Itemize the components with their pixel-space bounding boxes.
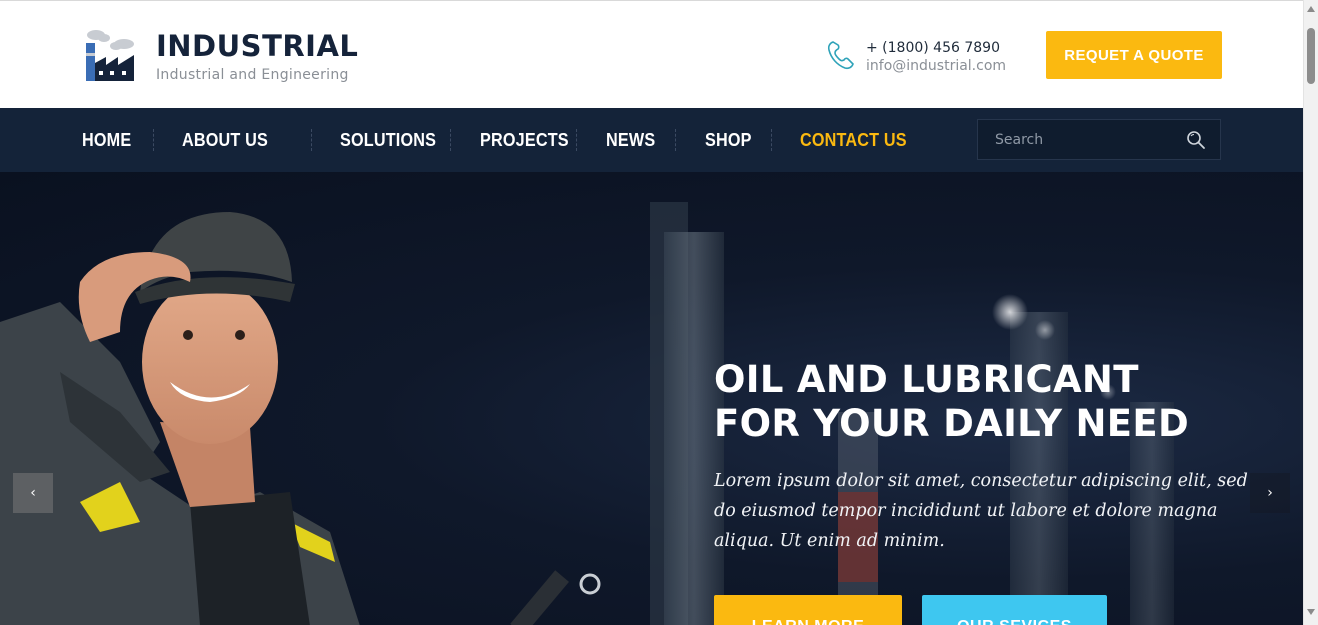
scroll-thumb[interactable]: [1307, 28, 1315, 84]
request-quote-button[interactable]: REQUET A QUOTE: [1046, 31, 1222, 79]
hero-slider: OIL AND LUBRICANT FOR YOUR DAILY NEED Lo…: [0, 172, 1303, 625]
search-icon[interactable]: [1186, 130, 1206, 150]
nav-divider: [153, 129, 154, 151]
chevron-left-icon: ‹: [30, 485, 36, 501]
contact-info: + (1800) 456 7890 info@industrial.com: [826, 39, 1006, 75]
search-box: [977, 119, 1221, 160]
hero-title: OIL AND LUBRICANT FOR YOUR DAILY NEED: [714, 358, 1189, 446]
chevron-right-icon: ›: [1267, 485, 1273, 501]
nav-divider: [450, 129, 451, 151]
nav-item-contact-us[interactable]: CONTACT US: [800, 130, 907, 151]
factory-icon: [86, 30, 134, 81]
hero-title-line-2: FOR YOUR DAILY NEED: [714, 402, 1189, 445]
phone-icon: [827, 41, 854, 70]
nav-item-projects[interactable]: PROJECTS: [480, 130, 569, 151]
nav-item-solutions[interactable]: SOLUTIONS: [340, 130, 439, 151]
brand-name: INDUSTRIAL: [156, 29, 359, 63]
hero-description: Lorem ipsum dolor sit amet, consectetur …: [714, 471, 1248, 551]
slider-next-button[interactable]: ›: [1250, 473, 1290, 513]
nav-divider: [771, 129, 772, 151]
logo[interactable]: INDUSTRIAL Industrial and Engineering: [82, 27, 358, 83]
nav-divider: [311, 129, 312, 151]
scroll-up-arrow-icon[interactable]: [1307, 6, 1315, 12]
page-scrollbar[interactable]: [1303, 0, 1318, 625]
main-nav: HOME ABOUT US SOLUTIONS PROJECTS NEWS SH…: [0, 108, 1303, 172]
hero-title-line-1: OIL AND LUBRICANT: [714, 358, 1139, 401]
contact-email[interactable]: info@industrial.com: [866, 57, 1006, 75]
contact-phone[interactable]: + (1800) 456 7890: [866, 39, 1006, 57]
site-header: INDUSTRIAL Industrial and Engineering + …: [0, 1, 1303, 108]
nav-item-news[interactable]: NEWS: [606, 130, 668, 151]
nav-divider: [576, 129, 577, 151]
learn-more-button[interactable]: LEARN MORE: [714, 595, 902, 625]
our-services-button[interactable]: OUR SEVICES: [922, 595, 1107, 625]
brand-tagline: Industrial and Engineering: [156, 67, 349, 83]
slider-prev-button[interactable]: ‹: [13, 473, 53, 513]
nav-item-shop[interactable]: SHOP: [705, 130, 764, 151]
nav-list: HOME ABOUT US SOLUTIONS PROJECTS NEWS SH…: [82, 108, 919, 172]
nav-divider: [675, 129, 676, 151]
nav-item-about-us[interactable]: ABOUT US: [182, 130, 298, 151]
page: INDUSTRIAL Industrial and Engineering + …: [0, 0, 1303, 625]
nav-item-home[interactable]: HOME: [82, 130, 146, 151]
search-input[interactable]: [978, 131, 1178, 148]
scroll-down-arrow-icon[interactable]: [1307, 609, 1315, 615]
